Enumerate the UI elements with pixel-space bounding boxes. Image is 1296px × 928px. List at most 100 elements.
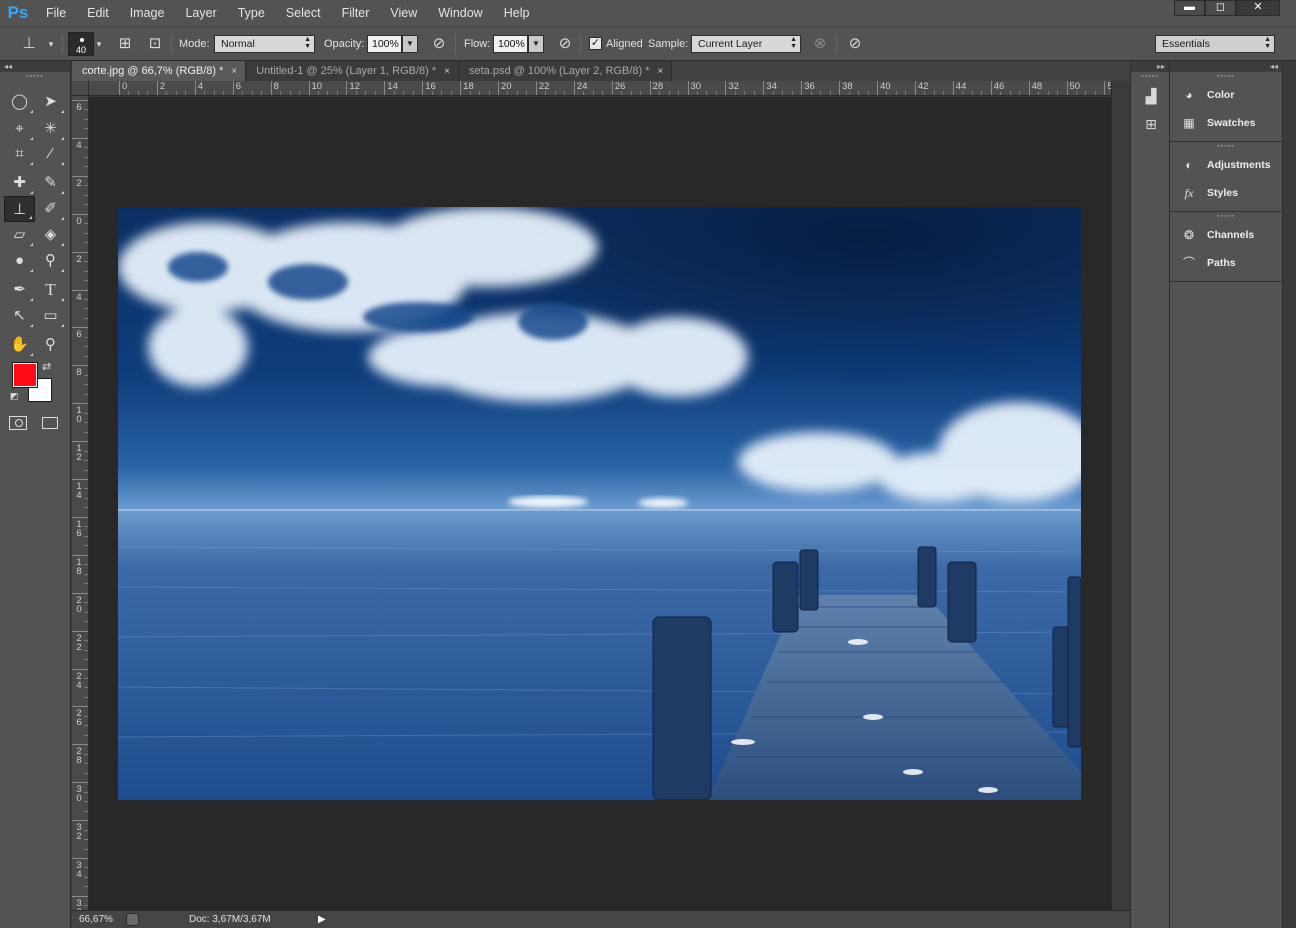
menu-window[interactable]: Window (428, 0, 493, 26)
default-colors-icon[interactable]: ◩ (10, 391, 19, 402)
minimize-button[interactable]: ▬ (1174, 0, 1205, 16)
menu-file[interactable]: File (36, 0, 77, 26)
pen-tool-icon[interactable]: ✒ (4, 277, 35, 303)
flow-input[interactable]: 100% (493, 35, 528, 53)
menu-help[interactable]: Help (494, 0, 541, 26)
ruler-minor-tick (166, 91, 168, 95)
tool-preset-arrow-icon[interactable]: ▾ (40, 33, 62, 55)
panel-grip[interactable]: ▪▪▪▪▪ (1170, 142, 1282, 151)
move-tool-icon[interactable]: ➤ (35, 89, 66, 115)
dodge-tool-icon[interactable]: ⚲ (35, 248, 66, 274)
collapse-arrows-icon[interactable]: ◂◂ (1170, 61, 1282, 72)
close-tab-icon[interactable]: × (231, 66, 237, 77)
ruler-tick (346, 81, 348, 95)
menu-image[interactable]: Image (120, 0, 176, 26)
clone-source-icon[interactable]: ⊡ (144, 33, 166, 55)
ruler-minor-tick (84, 649, 88, 651)
clone-stamp-icon[interactable]: ⊥ (18, 33, 40, 55)
eyedropper-tool-icon[interactable]: ⁄ (35, 141, 66, 167)
airbrush-icon[interactable]: ⊘ (554, 33, 576, 55)
panel-label: Swatches (1207, 117, 1256, 129)
sample-select[interactable]: Current Layer ▲ ▼ (691, 35, 801, 53)
panel-channels[interactable]: ❂ Channels (1170, 221, 1282, 249)
panel-color[interactable]: ◕ Color (1170, 81, 1282, 109)
ruler-tick (72, 706, 88, 708)
ignore-adjustment-layers-icon[interactable]: ⊗ (809, 33, 831, 55)
status-menu-arrow-icon[interactable]: ▶ (318, 911, 326, 928)
ruler-minor-tick (84, 715, 88, 717)
crop-tool-icon[interactable]: ⌗ (4, 141, 35, 167)
brush-panel-icon[interactable]: ⊞ (114, 33, 136, 55)
vertical-scrollbar[interactable] (1111, 81, 1130, 910)
mode-select[interactable]: Normal ▲ ▼ (214, 35, 315, 53)
close-tab-icon[interactable]: × (444, 66, 450, 77)
opacity-dropdown-button[interactable]: ▼ (402, 35, 418, 53)
panel-grip[interactable]: ▪▪▪▪▪ (1131, 72, 1169, 81)
workspace-select[interactable]: Essentials ▲ ▼ (1155, 35, 1275, 53)
ruler-tick (72, 592, 88, 594)
swap-colors-icon[interactable]: ⇄ (42, 360, 51, 373)
panel-adjustments[interactable]: ◐ Adjustments (1170, 151, 1282, 179)
ruler-minor-tick (84, 677, 88, 679)
histogram-icon[interactable]: ▟ (1136, 83, 1166, 109)
path-selection-tool-icon[interactable]: ↖ (4, 303, 35, 329)
close-window-button[interactable]: ✕ (1236, 0, 1280, 16)
close-tab-icon[interactable]: × (658, 66, 664, 77)
healing-brush-tool-icon[interactable]: ✚ (4, 170, 35, 196)
tab-seta[interactable]: seta.psd @ 100% (Layer 2, RGB/8) * × (458, 61, 673, 81)
brush-tool-icon[interactable]: ✎ (35, 170, 66, 196)
horizontal-ruler[interactable]: 0 2 4 6 8 10 12 14 16 18 20 22 24 26 28 30 32 34 36 38 40 42 4… (89, 81, 1111, 96)
expand-arrows-icon[interactable]: ▸▸ (1131, 61, 1169, 72)
collapse-arrows-icon[interactable]: ◂◂ (0, 61, 70, 72)
elliptical-marquee-tool-icon[interactable]: ◯ (4, 89, 35, 115)
panel-paths[interactable]: ⌒ Paths (1170, 249, 1282, 277)
menu-filter[interactable]: Filter (332, 0, 381, 26)
hand-tool-icon[interactable]: ✋ (4, 332, 35, 358)
rectangle-tool-icon[interactable]: ▭ (35, 303, 66, 329)
panel-swatches[interactable]: ▦ Swatches (1170, 109, 1282, 137)
zoom-level-field[interactable]: 66,67% (79, 911, 113, 928)
zoom-tool-icon[interactable]: ⚲ (35, 332, 66, 358)
workspace-value: Essentials (1162, 38, 1210, 50)
menu-view[interactable]: View (380, 0, 428, 26)
properties-icon[interactable]: ⊞ (1136, 111, 1166, 137)
menu-type[interactable]: Type (228, 0, 276, 26)
quick-mask-icon[interactable] (9, 416, 27, 430)
ruler-tick (422, 81, 424, 95)
aligned-checkbox[interactable]: ✓ (589, 37, 602, 50)
ruler-origin[interactable] (72, 81, 89, 96)
ruler-minor-tick (924, 91, 926, 95)
document-image[interactable] (118, 207, 1081, 800)
flow-dropdown-button[interactable]: ▼ (528, 35, 544, 53)
blur-tool-icon[interactable]: ● (4, 248, 35, 274)
panel-grip[interactable]: ▪▪▪▪▪ (1170, 212, 1282, 221)
brush-picker-arrow-icon[interactable]: ▾ (92, 33, 106, 55)
panel-styles[interactable]: fx Styles (1170, 179, 1282, 207)
tab-corte[interactable]: corte.jpg @ 66,7% (RGB/8) * × (72, 61, 247, 81)
screen-mode-icon[interactable] (42, 417, 58, 429)
history-brush-tool-icon[interactable]: ✐ (35, 196, 66, 222)
canvas-area[interactable] (89, 97, 1111, 910)
type-tool-icon[interactable]: T (35, 277, 66, 303)
paint-bucket-tool-icon[interactable]: ◈ (35, 222, 66, 248)
eraser-tool-icon[interactable]: ▱ (4, 222, 35, 248)
vertical-ruler[interactable]: 642024681012141618202224262830323436 (72, 96, 89, 910)
clone-stamp-tool-icon[interactable]: ⊥ (4, 196, 35, 222)
status-info-icon[interactable] (126, 913, 139, 926)
ruler-label: 4 (76, 139, 82, 151)
panel-grip[interactable]: ▪▪▪▪▪ (0, 72, 70, 81)
ruler-minor-tick (175, 91, 177, 95)
brush-preset-picker[interactable]: 40 (68, 32, 94, 56)
magic-wand-tool-icon[interactable]: ✳ (35, 116, 66, 142)
panel-grip[interactable]: ▪▪▪▪▪ (1170, 72, 1282, 81)
maximize-button[interactable]: ◻ (1205, 0, 1236, 16)
foreground-color-swatch[interactable] (12, 362, 38, 388)
polygonal-lasso-tool-icon[interactable]: ⌖ (4, 116, 35, 142)
menu-layer[interactable]: Layer (175, 0, 227, 26)
pressure-size-icon[interactable]: ⊘ (844, 33, 866, 55)
tab-untitled-1[interactable]: Untitled-1 @ 25% (Layer 1, RGB/8) * × (246, 61, 459, 81)
pressure-opacity-icon[interactable]: ⊘ (428, 33, 450, 55)
opacity-input[interactable]: 100% (367, 35, 402, 53)
menu-select[interactable]: Select (276, 0, 332, 26)
menu-edit[interactable]: Edit (77, 0, 120, 26)
